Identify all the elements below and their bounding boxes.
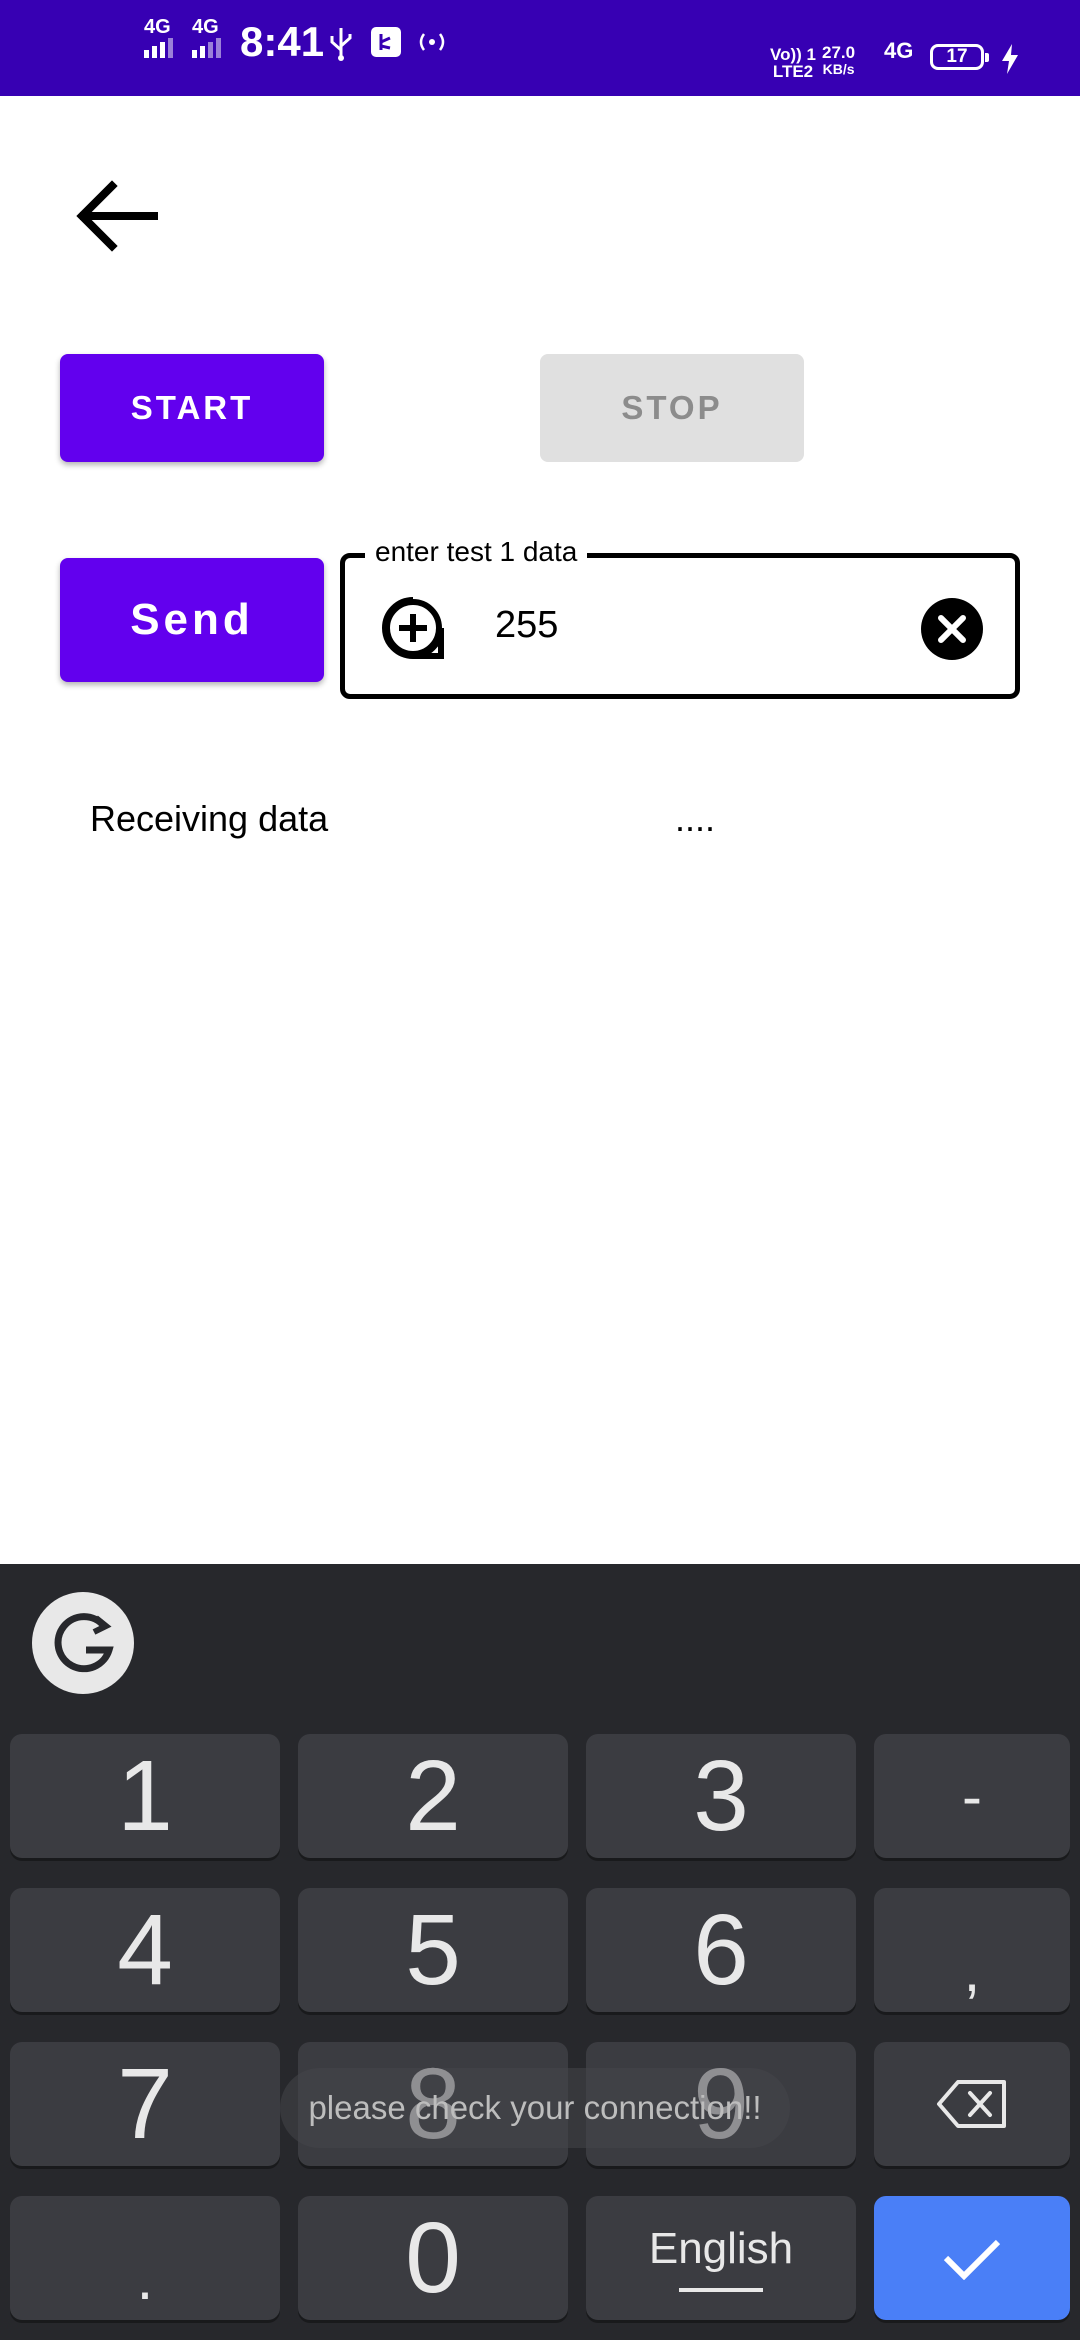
key-5[interactable]: 5 (298, 1888, 568, 2012)
sim2-network-type: 4G (192, 16, 219, 38)
send-button[interactable]: Send (60, 558, 324, 682)
receiving-data-value: .... (675, 798, 716, 839)
toast-message: please check your connection!! (280, 2068, 790, 2148)
key-0[interactable]: 0 (298, 2196, 568, 2320)
key-dash[interactable]: - (874, 1734, 1070, 1858)
numeric-keyboard: 1 2 3 - 4 5 6 , 7 8 9 . 0 English (0, 1564, 1080, 2340)
receiving-data-label: Receiving data (90, 798, 329, 839)
arrow-back-icon[interactable] (70, 168, 170, 268)
backspace-key[interactable] (874, 2042, 1070, 2166)
usb-icon (330, 28, 352, 61)
network-speed: 27.0 KB/s (822, 43, 856, 77)
key-6[interactable]: 6 (586, 1888, 856, 2012)
debug-icon (371, 27, 401, 57)
key-comma[interactable]: , (874, 1888, 1070, 2012)
spacebar-indicator (679, 2288, 763, 2292)
input-value[interactable]: 255 (495, 604, 558, 647)
key-2[interactable]: 2 (298, 1734, 568, 1858)
key-4[interactable]: 4 (10, 1888, 280, 2012)
test-data-input[interactable]: enter test 1 data 255 (340, 536, 1020, 699)
clear-icon[interactable] (921, 598, 983, 660)
stop-button[interactable]: STOP (540, 354, 804, 462)
grammarly-g-icon[interactable] (32, 1592, 134, 1694)
key-1[interactable]: 1 (10, 1734, 280, 1858)
network-type: 4G (884, 38, 914, 63)
key-7[interactable]: 7 (10, 2042, 280, 2166)
sim1-signal-icon: 4G (144, 16, 173, 58)
backspace-icon (937, 2080, 1006, 2128)
check-icon (943, 2239, 1001, 2280)
language-key[interactable]: English (586, 2196, 856, 2320)
battery-icon: 17 (930, 44, 989, 70)
sim1-network-type: 4G (144, 16, 171, 38)
start-button[interactable]: START (60, 354, 324, 462)
key-dot[interactable]: . (10, 2196, 280, 2320)
add-circle-icon[interactable] (381, 596, 445, 660)
sim2-signal-icon: 4G (192, 16, 221, 58)
enter-key[interactable] (874, 2196, 1070, 2320)
status-time: 8:41 (240, 18, 325, 65)
language-label: English (648, 2224, 794, 2273)
hotspot-icon (419, 33, 445, 51)
input-label: enter test 1 data (365, 536, 588, 568)
charging-icon (1002, 44, 1018, 74)
volte-indicator: Vo)) 1 LTE2 (770, 45, 816, 81)
status-bar: 4G 4G 8:41 Vo)) 1 LTE2 27.0 KB/s 4G 17 (0, 0, 1080, 96)
key-3[interactable]: 3 (586, 1734, 856, 1858)
